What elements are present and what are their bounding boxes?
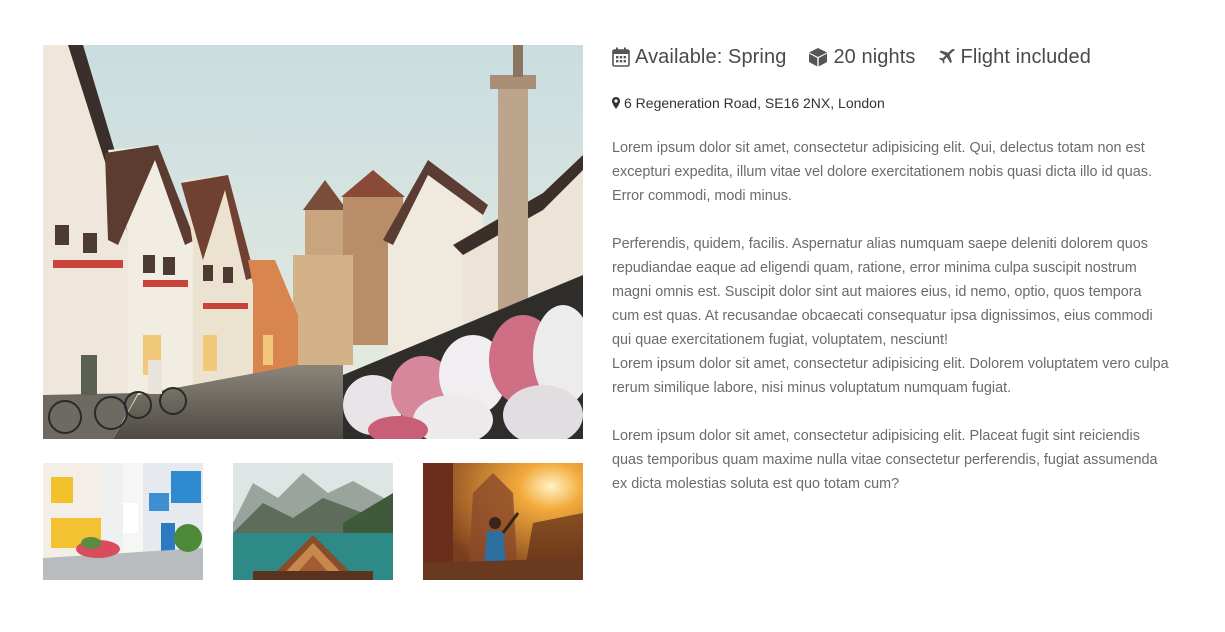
flight-item: Flight included: [938, 46, 1091, 69]
photo-gallery: [43, 45, 583, 580]
address-line: 6 Regeneration Road, SE16 2NX, London: [612, 95, 1172, 111]
description-paragraph-3: Lorem ipsum dolor sit amet, consectetur …: [612, 356, 1169, 396]
thumbnail-row: [43, 463, 583, 580]
description-paragraph-1: Lorem ipsum dolor sit amet, consectetur …: [612, 140, 1152, 204]
thumbnail-mountain-lake-boat[interactable]: [233, 463, 393, 580]
map-marker-icon: [612, 97, 620, 109]
description: Lorem ipsum dolor sit amet, consectetur …: [612, 136, 1172, 496]
availability-text: Available: Spring: [635, 45, 787, 68]
main-photo-old-town-street[interactable]: [43, 45, 583, 439]
tour-meta-row: Available: Spring 20 nights Flight inclu…: [612, 42, 1172, 72]
description-paragraph-4: Lorem ipsum dolor sit amet, consectetur …: [612, 428, 1158, 492]
description-paragraph-2: Perferendis, quidem, facilis. Aspernatur…: [612, 236, 1153, 348]
duration-item: 20 nights: [808, 46, 915, 69]
cube-icon: [808, 47, 828, 67]
availability-item: Available: Spring: [612, 46, 786, 69]
duration-text: 20 nights: [833, 45, 916, 68]
plane-icon: [938, 48, 956, 66]
tour-details: Available: Spring 20 nights Flight inclu…: [612, 42, 1172, 496]
thumbnail-sunset-temple[interactable]: [423, 463, 583, 580]
thumbnail-white-village[interactable]: [43, 463, 203, 580]
calendar-icon: [612, 47, 630, 67]
flight-text: Flight included: [960, 45, 1091, 68]
address-text: 6 Regeneration Road, SE16 2NX, London: [624, 95, 885, 111]
